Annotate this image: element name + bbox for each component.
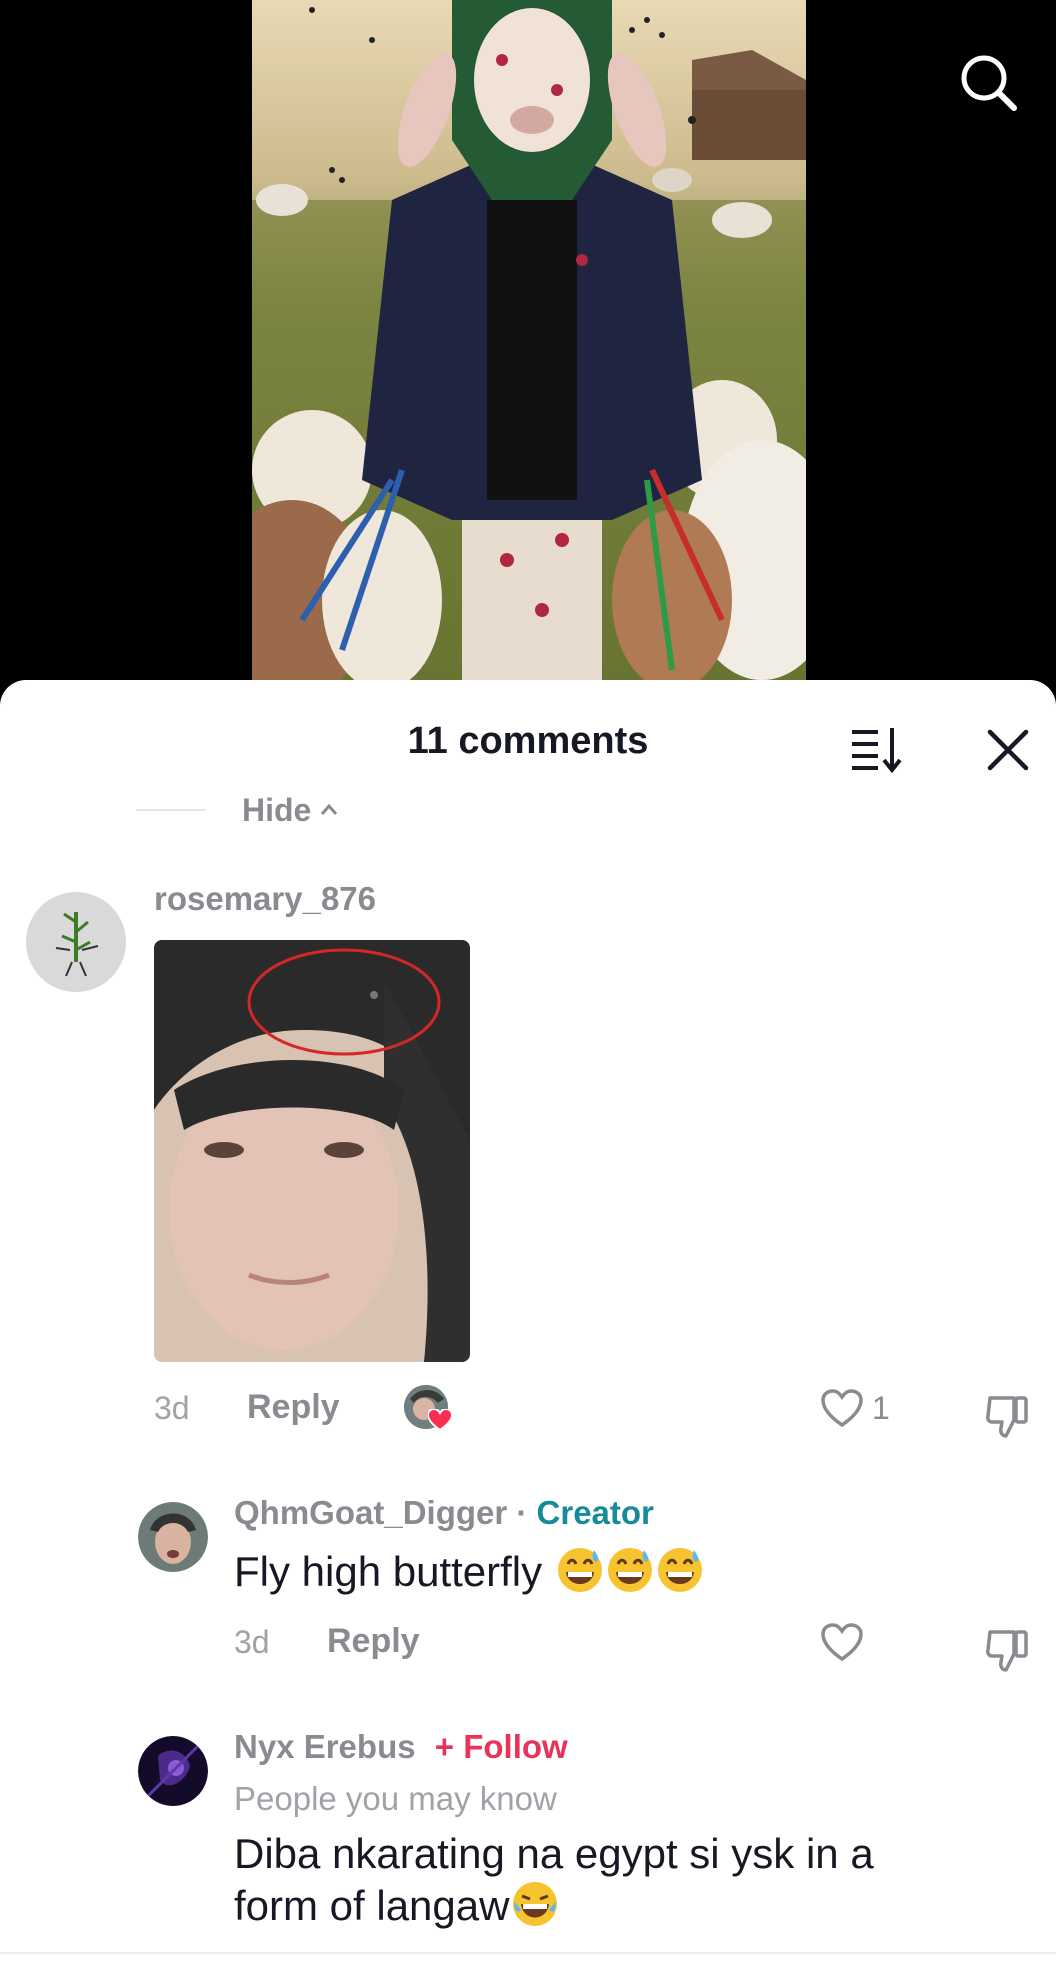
video-player[interactable] — [0, 0, 1056, 700]
separator-dot: · — [507, 1494, 537, 1531]
reply-button[interactable]: Reply — [247, 1388, 340, 1427]
sort-icon[interactable] — [848, 724, 904, 774]
dislike-icon[interactable] — [984, 1392, 1032, 1440]
grinning-sweat-emoji — [607, 1548, 652, 1592]
reply-button[interactable]: Reply — [327, 1622, 420, 1661]
heart-icon — [428, 1409, 452, 1431]
avatar-rosemary[interactable] — [26, 892, 126, 992]
hide-label: Hide — [242, 791, 312, 828]
comment-body-line2: form of langaw — [234, 1880, 874, 1932]
like-button[interactable] — [820, 1622, 864, 1662]
comment-text: Diba nkarating na egypt si ysk in a form… — [234, 1828, 874, 1932]
comment-username-line: QhmGoat_Digger · Creator — [234, 1494, 654, 1532]
divider — [136, 809, 206, 811]
chevron-up-icon — [321, 803, 338, 815]
heart-outline-icon — [821, 1623, 863, 1662]
comment-text: Fly high butterfly — [234, 1546, 704, 1598]
follow-button[interactable]: + Follow — [435, 1728, 568, 1765]
video-frame-goat-image — [252, 0, 806, 700]
creator-badge: Creator — [536, 1494, 654, 1531]
comment-username[interactable]: QhmGoat_Digger — [234, 1494, 507, 1531]
search-icon[interactable] — [956, 50, 1020, 114]
dislike-icon[interactable] — [984, 1626, 1032, 1674]
hide-replies-button[interactable]: Hide — [136, 790, 339, 830]
like-button[interactable]: 1 — [820, 1388, 890, 1428]
comment-time: 3d — [154, 1390, 190, 1426]
comments-sheet: 11 comments Hide rosemary_876 3d Reply 1… — [0, 680, 1056, 1984]
comment-body-line2-text: form of langaw — [234, 1882, 510, 1929]
suggestion-label: People you may know — [234, 1780, 557, 1817]
creator-liked-avatar — [404, 1385, 452, 1431]
avatar-nyx-erebus[interactable] — [138, 1736, 208, 1806]
grinning-sweat-emoji — [557, 1548, 602, 1592]
comment-body: Fly high butterfly — [234, 1548, 554, 1595]
like-count: 1 — [872, 1389, 890, 1426]
close-icon[interactable] — [982, 724, 1034, 776]
tears-of-joy-emoji — [513, 1882, 558, 1926]
comment-time: 3d — [234, 1624, 270, 1660]
comment-username[interactable]: rosemary_876 — [154, 880, 376, 918]
divider — [0, 1952, 1056, 1954]
avatar-qhmgoat-digger[interactable] — [138, 1502, 208, 1572]
comments-header: 11 comments — [0, 680, 1056, 800]
heart-outline-icon — [821, 1389, 863, 1428]
grinning-sweat-emoji — [657, 1548, 702, 1592]
comment-username[interactable]: Nyx Erebus — [234, 1728, 416, 1765]
comment-image[interactable] — [154, 940, 470, 1362]
comment-body-line1: Diba nkarating na egypt si ysk in a — [234, 1830, 874, 1877]
comment-username-line: Nyx Erebus + Follow — [234, 1728, 568, 1766]
